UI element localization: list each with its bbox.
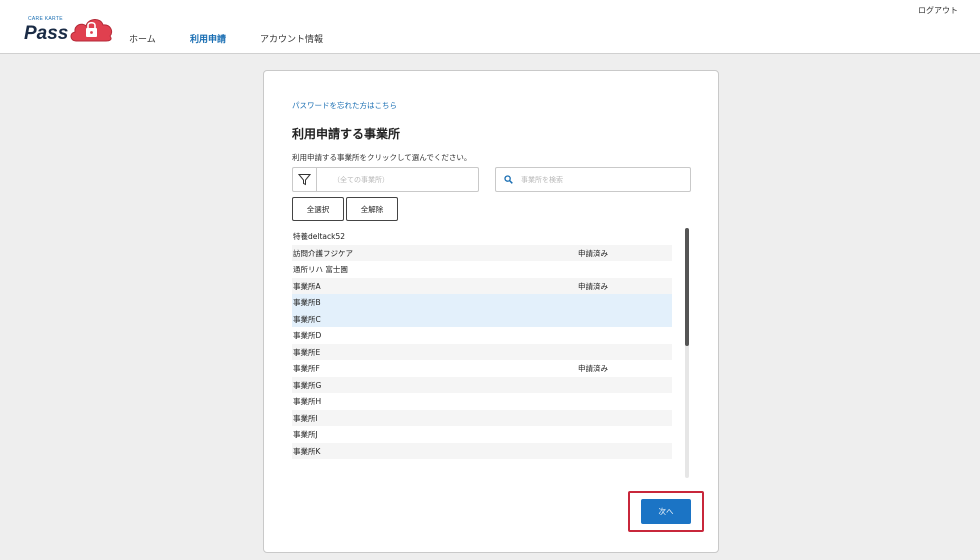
office-list-item[interactable]: 通所リハ 富士園 [292,261,672,278]
office-list-item[interactable]: 特養deltack52 [292,228,672,245]
top-header: CARE KARTE Pass ホーム 利用申請 アカウント情報 ログアウト [0,0,980,54]
office-name: 事業所G [293,380,322,390]
scrollbar-thumb[interactable] [685,228,689,346]
filter-placeholder: （全ての事業所） [333,176,389,184]
logo-small-text: CARE KARTE [28,16,63,22]
office-name: 事業所F [293,364,320,373]
application-card: パスワードを忘れた方はこちら 利用申請する事業所 利用申請する事業所をクリックし… [263,70,719,553]
office-status: 申請済み [578,248,608,258]
office-list-item[interactable]: 事業所G [292,376,672,393]
office-list-item[interactable]: 事業所F 申請済み [292,360,672,377]
office-list-item[interactable]: 事業所A 申請済み [292,277,672,294]
office-name: 事業所J [293,430,318,439]
logout-link[interactable]: ログアウト [918,5,958,16]
office-name: 特養deltack52 [293,232,346,241]
office-list-scrollbar[interactable] [685,228,689,478]
office-name: 事業所E [293,347,321,357]
forgot-password-link[interactable]: パスワードを忘れた方はこちら [292,100,397,111]
search-icon [504,175,513,184]
office-status: 申請済み [578,281,608,291]
office-name: 事業所K [293,446,321,456]
office-list-item[interactable]: 事業所I [292,409,672,426]
logo-pass-text: Pass [24,23,69,44]
cloud-lock-icon [70,19,113,42]
page-title: 利用申請する事業所 [292,127,401,141]
deselect-all-button[interactable]: 全解除 [346,197,398,221]
nav-home[interactable]: ホーム [129,32,156,45]
office-name: 事業所H [293,397,322,406]
nav-application[interactable]: 利用申請 [190,32,226,45]
office-name: 事業所I [293,413,318,423]
search-placeholder: 事業所を検索 [521,176,563,184]
office-list[interactable]: 特養deltack52 訪問介護フジケア 申請済み 通所リハ 富士園 事業所A 申請済み事… [292,228,672,478]
office-name: 事業所D [293,331,322,340]
office-list-item[interactable]: 訪問介護フジケア 申請済み [292,244,672,261]
office-list-item[interactable]: 事業所B [292,294,672,311]
office-list-item[interactable]: 事業所D [292,327,672,344]
office-name: 事業所A [293,281,321,291]
filter-button[interactable] [293,168,317,191]
office-status: 申請済み [578,364,608,373]
office-list-item[interactable]: 事業所K [292,442,672,459]
office-search-input[interactable]: 事業所を検索 [495,167,691,192]
office-list-item[interactable]: 事業所J [292,426,672,443]
office-name: 事業所C [293,314,321,324]
select-all-button[interactable]: 全選択 [292,197,344,221]
office-name: 訪問介護フジケア [293,248,353,258]
office-name: 通所リハ 富士園 [293,265,348,274]
office-filter-select[interactable]: （全ての事業所） [292,167,479,192]
nav-account-info[interactable]: アカウント情報 [260,32,323,45]
filter-icon [298,174,311,186]
office-list-item[interactable]: 事業所C [292,310,672,327]
instruction-text: 利用申請する事業所をクリックして選んでください。 [292,153,472,162]
care-karte-pass-logo[interactable]: CARE KARTE Pass [24,14,114,46]
office-name: 事業所B [293,298,321,307]
office-list-item[interactable]: 事業所H [292,393,672,410]
next-button[interactable]: 次へ [641,499,691,524]
office-list-item[interactable]: 事業所E [292,343,672,360]
